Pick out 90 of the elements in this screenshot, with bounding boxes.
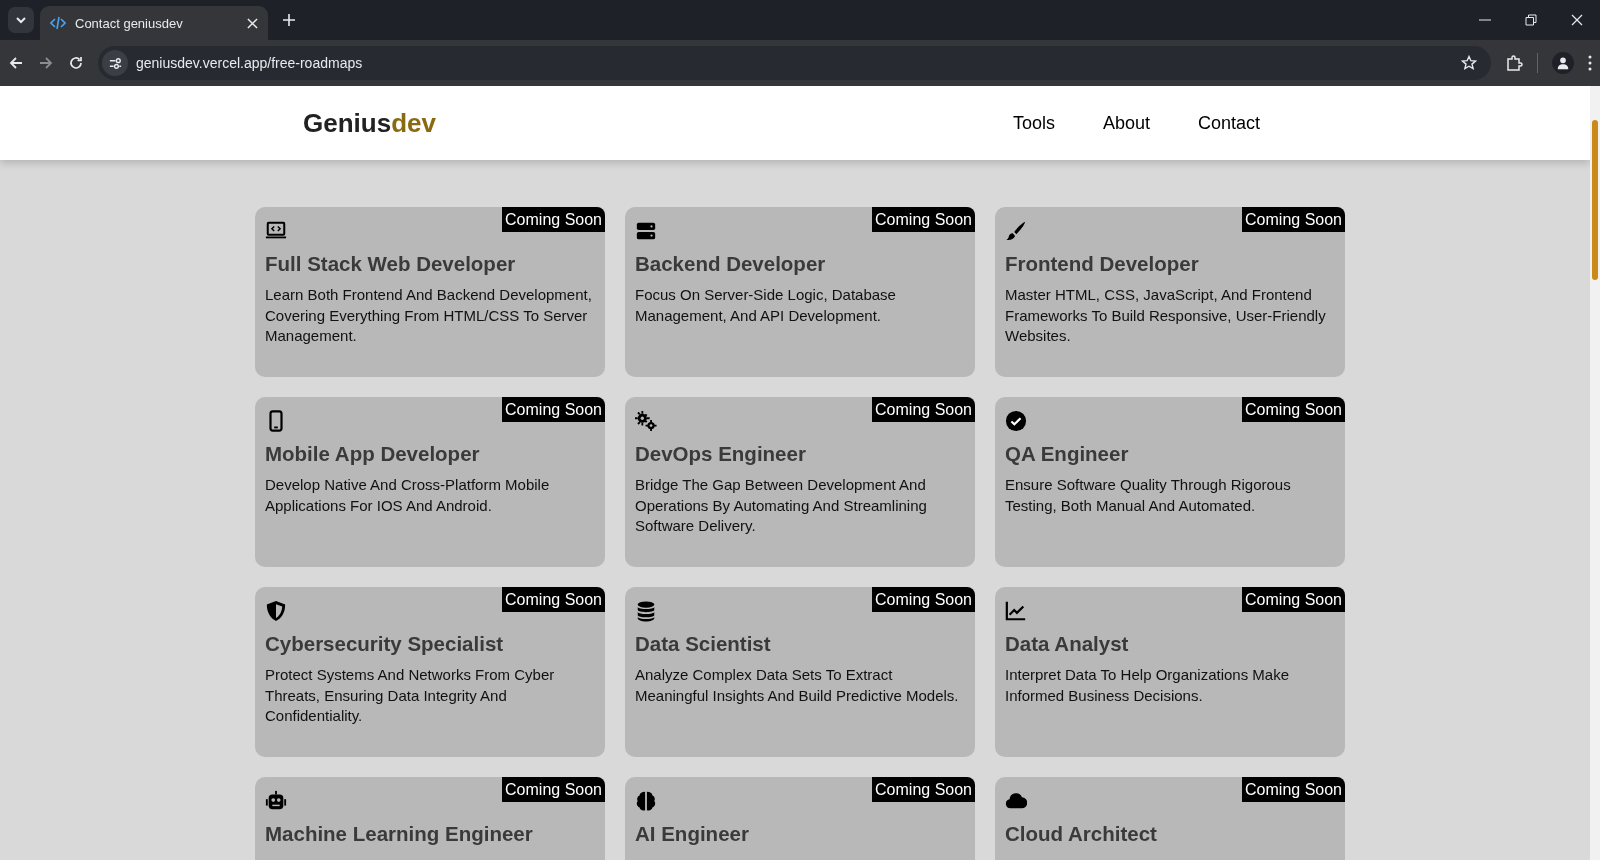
roadmap-card[interactable]: Coming Soon Data Scientist Analyze Complex Data Sets To Extract Meaningful Insights And Build Predictive Models. bbox=[625, 587, 975, 757]
puzzle-icon bbox=[1505, 54, 1523, 72]
nav-link[interactable]: Contact bbox=[1197, 112, 1260, 134]
roadmap-card[interactable]: Coming Soon Cybersecurity Specialist Protect Systems And Networks From Cyber Threats, Ensuring Data Integrity And Confidentiality. bbox=[255, 587, 605, 757]
card-title: Frontend Developer bbox=[1005, 251, 1200, 277]
forward-arrow-icon bbox=[38, 55, 54, 71]
card-title: DevOps Engineer bbox=[635, 441, 807, 467]
plus-icon bbox=[282, 13, 296, 27]
card-description: Learn Both Frontend And Backend Development, Covering Everything From HTML/CSS To Server Management. bbox=[265, 285, 593, 347]
card-title: Cybersecurity Specialist bbox=[265, 631, 505, 657]
scrollbar-thumb[interactable] bbox=[1592, 120, 1598, 280]
database-icon bbox=[635, 600, 657, 622]
coming-soon-badge: Coming Soon bbox=[1242, 207, 1345, 232]
shield-icon bbox=[265, 600, 287, 622]
forward-button[interactable] bbox=[38, 55, 54, 71]
coming-soon-badge: Coming Soon bbox=[502, 397, 605, 422]
nav-link[interactable]: About bbox=[1102, 112, 1150, 134]
nav-link[interactable]: Tools bbox=[1012, 112, 1055, 134]
browser-tab[interactable]: Contact geniusdev bbox=[40, 6, 268, 40]
gears-icon bbox=[635, 410, 657, 432]
roadmap-card[interactable]: Coming Soon QA Engineer Ensure Software Quality Through Rigorous Testing, Both Manual And Automated. bbox=[995, 397, 1345, 567]
roadmap-card[interactable]: Coming Soon Machine Learning Engineer bbox=[255, 777, 605, 860]
card-title: Backend Developer bbox=[635, 251, 827, 277]
coming-soon-badge: Coming Soon bbox=[1242, 777, 1345, 802]
coming-soon-badge: Coming Soon bbox=[502, 777, 605, 802]
card-description: Ensure Software Quality Through Rigorous Testing, Both Manual And Automated. bbox=[1005, 475, 1292, 516]
extensions-button[interactable] bbox=[1505, 54, 1523, 72]
roadmap-card[interactable]: Coming Soon Full Stack Web Developer Learn Both Frontend And Backend Development, Covering Everything From HTML/CSS To Server Management. bbox=[255, 207, 605, 377]
coming-soon-badge: Coming Soon bbox=[872, 207, 975, 232]
star-icon bbox=[1461, 55, 1477, 71]
card-title: Machine Learning Engineer bbox=[265, 821, 534, 847]
card-title: AI Engineer bbox=[635, 821, 750, 847]
card-title: Full Stack Web Developer bbox=[265, 251, 517, 277]
card-title: Mobile App Developer bbox=[265, 441, 481, 467]
site-logo[interactable]: Geniusdev bbox=[303, 107, 436, 139]
server-icon bbox=[635, 220, 657, 242]
menu-button[interactable] bbox=[1588, 55, 1592, 71]
tab-list-button[interactable] bbox=[8, 7, 34, 33]
restore-icon bbox=[1525, 14, 1537, 26]
card-title: Cloud Architect bbox=[1005, 821, 1158, 847]
code-icon bbox=[50, 15, 66, 31]
roadmap-card[interactable]: Coming Soon Frontend Developer Master HTML, CSS, JavaScript, And Frontend Frameworks To Build Responsive, User-Friendly Websites. bbox=[995, 207, 1345, 377]
card-description: Master HTML, CSS, JavaScript, And Frontend Frameworks To Build Responsive, User-Friendly Websites. bbox=[1005, 285, 1327, 347]
card-title: Data Analyst bbox=[1005, 631, 1130, 657]
close-tab-button[interactable] bbox=[247, 17, 258, 29]
menu-icon bbox=[1588, 55, 1592, 71]
minimize-icon bbox=[1479, 19, 1491, 21]
coming-soon-badge: Coming Soon bbox=[1242, 587, 1345, 612]
reload-button[interactable] bbox=[68, 55, 84, 71]
check-circle-icon bbox=[1005, 410, 1027, 432]
coming-soon-badge: Coming Soon bbox=[1242, 397, 1345, 422]
paintbrush-icon bbox=[1005, 220, 1027, 242]
roadmap-card[interactable]: Coming Soon Data Analyst Interpret Data To Help Organizations Make Informed Business Decisions. bbox=[995, 587, 1345, 757]
bookmark-button[interactable] bbox=[1461, 55, 1477, 71]
card-title: QA Engineer bbox=[1005, 441, 1130, 467]
close-icon bbox=[247, 17, 258, 29]
site-info-button[interactable] bbox=[102, 50, 128, 76]
card-title: Data Scientist bbox=[635, 631, 772, 657]
tab-title: Contact geniusdev bbox=[75, 15, 184, 31]
caret-icon bbox=[15, 14, 27, 26]
back-arrow-icon bbox=[8, 55, 24, 71]
coming-soon-badge: Coming Soon bbox=[502, 207, 605, 232]
person-icon bbox=[1556, 56, 1570, 70]
reload-icon bbox=[68, 55, 84, 71]
coming-soon-badge: Coming Soon bbox=[502, 587, 605, 612]
back-button[interactable] bbox=[8, 55, 24, 71]
roadmap-card[interactable]: Coming Soon AI Engineer bbox=[625, 777, 975, 860]
robot-icon bbox=[265, 790, 287, 812]
coming-soon-badge: Coming Soon bbox=[872, 777, 975, 802]
card-description: Interpret Data To Help Organizations Make Informed Business Decisions. bbox=[1005, 665, 1291, 706]
card-description: Bridge The Gap Between Development And Operations By Automating And Streamlining Software Delivery. bbox=[635, 475, 928, 537]
card-description: Develop Native And Cross-Platform Mobile Applications For IOS And Android. bbox=[265, 475, 551, 516]
sliders-icon bbox=[107, 55, 123, 71]
address-bar[interactable]: geniusdev.vercel.app/free-roadmaps bbox=[98, 46, 1491, 80]
card-description: Analyze Complex Data Sets To Extract Meaningful Insights And Build Predictive Models. bbox=[635, 665, 960, 706]
line-chart-icon bbox=[1005, 600, 1027, 622]
profile-button[interactable] bbox=[1552, 52, 1574, 74]
coming-soon-badge: Coming Soon bbox=[872, 397, 975, 422]
url-text: geniusdev.vercel.app/free-roadmaps bbox=[136, 55, 364, 71]
new-tab-button[interactable] bbox=[282, 13, 296, 27]
roadmap-card[interactable]: Coming Soon Backend Developer Focus On Server-Side Logic, Database Management, And API Development. bbox=[625, 207, 975, 377]
card-description: Protect Systems And Networks From Cyber Threats, Ensuring Data Integrity And Confidentiality. bbox=[265, 665, 556, 727]
roadmap-card[interactable]: Coming Soon DevOps Engineer Bridge The Gap Between Development And Operations By Automating And Streamlining Software Delivery. bbox=[625, 397, 975, 567]
roadmap-card[interactable]: Coming Soon Mobile App Developer Develop Native And Cross-Platform Mobile Applications For IOS And Android. bbox=[255, 397, 605, 567]
coming-soon-badge: Coming Soon bbox=[872, 587, 975, 612]
roadmap-card[interactable]: Coming Soon Cloud Architect bbox=[995, 777, 1345, 860]
card-description: Focus On Server-Side Logic, Database Management, And API Development. bbox=[635, 285, 897, 326]
brain-icon bbox=[635, 790, 657, 812]
close-icon bbox=[1571, 14, 1583, 26]
scrollbar[interactable] bbox=[1590, 86, 1600, 860]
